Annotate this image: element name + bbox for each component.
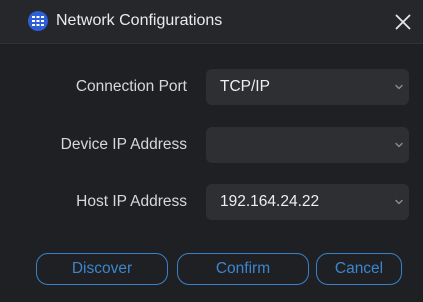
- connection-port-select[interactable]: TCP/IP: [206, 69, 409, 105]
- host-ip-value: 192.164.24.22: [220, 193, 320, 210]
- title-bar: Network Configurations: [0, 0, 423, 44]
- device-ip-row: Device IP Address: [0, 127, 423, 163]
- chevron-down-icon: [395, 84, 403, 90]
- device-ip-label: Device IP Address: [60, 136, 187, 153]
- confirm-button[interactable]: Confirm: [177, 253, 309, 285]
- connection-port-row: Connection Port TCP/IP: [0, 69, 423, 105]
- network-app-icon: [28, 11, 48, 31]
- chevron-down-icon: [395, 199, 403, 205]
- connection-port-label: Connection Port: [75, 78, 187, 95]
- chevron-down-icon: [395, 142, 403, 148]
- network-config-dialog: Network Configurations Connection Port T…: [0, 0, 423, 302]
- host-ip-select[interactable]: 192.164.24.22: [206, 184, 409, 220]
- cancel-button[interactable]: Cancel: [316, 253, 402, 285]
- discover-button[interactable]: Discover: [36, 253, 168, 285]
- host-ip-label: Host IP Address: [76, 193, 187, 210]
- dialog-title: Network Configurations: [56, 12, 223, 29]
- device-ip-select[interactable]: [206, 127, 409, 163]
- close-button[interactable]: [391, 10, 415, 34]
- host-ip-row: Host IP Address 192.164.24.22: [0, 184, 423, 220]
- close-icon: [395, 14, 411, 30]
- connection-port-value: TCP/IP: [220, 78, 270, 95]
